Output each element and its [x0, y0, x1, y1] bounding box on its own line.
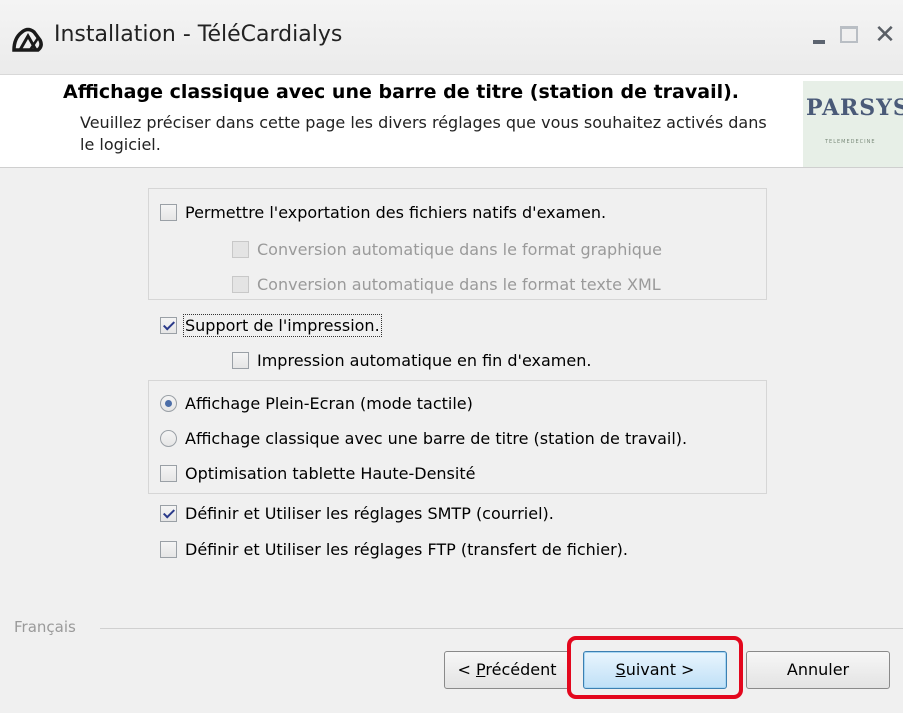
hd-tablet-label: Optimisation tablette Haute-Densité [185, 464, 476, 483]
fullscreen-radio[interactable] [160, 395, 177, 412]
auto-print-checkbox[interactable] [232, 352, 249, 369]
previous-mnemonic: P [476, 660, 486, 679]
ftp-label: Définir et Utiliser les réglages FTP (tr… [185, 540, 628, 559]
parsys-logo: PARSYS TELEMEDECINE [803, 81, 903, 167]
convert-xml-option: Conversion automatique dans le format te… [232, 275, 661, 294]
convert-graphic-option: Conversion automatique dans le format gr… [232, 240, 662, 259]
smtp-label: Définir et Utiliser les réglages SMTP (c… [185, 504, 554, 523]
auto-print-label: Impression automatique en fin d'examen. [257, 351, 592, 370]
ftp-checkbox[interactable] [160, 541, 177, 558]
convert-graphic-label: Conversion automatique dans le format gr… [257, 240, 662, 259]
convert-xml-checkbox [232, 276, 249, 293]
classic-label: Affichage classique avec une barre de ti… [185, 429, 688, 448]
logo-subtext: TELEMEDECINE [825, 139, 876, 145]
print-support-option[interactable]: Support de l'impression. [160, 314, 382, 337]
footer-divider [100, 628, 903, 629]
minimize-button[interactable] [804, 18, 838, 52]
close-icon: ✕ [874, 20, 896, 50]
export-native-checkbox[interactable] [160, 204, 177, 221]
classic-option[interactable]: Affichage classique avec une barre de ti… [160, 429, 687, 448]
next-button-highlight [567, 636, 743, 699]
previous-button[interactable]: < Précédent [444, 651, 570, 689]
close-button[interactable]: ✕ [868, 18, 902, 52]
previous-label: récédent [485, 660, 557, 679]
wizard-header: Affichage classique avec une barre de ti… [0, 75, 903, 168]
export-native-label: Permettre l'exportation des fichiers nat… [185, 203, 607, 222]
smtp-checkbox[interactable] [160, 505, 177, 522]
print-support-checkbox[interactable] [160, 317, 177, 334]
convert-xml-label: Conversion automatique dans le format te… [257, 275, 661, 294]
page-title: Affichage classique avec une barre de ti… [63, 81, 739, 103]
auto-print-option[interactable]: Impression automatique en fin d'examen. [232, 351, 591, 370]
title-bar[interactable]: Installation - TéléCardialys ✕ [0, 0, 903, 75]
ftp-option[interactable]: Définir et Utiliser les réglages FTP (tr… [160, 540, 628, 559]
smtp-option[interactable]: Définir et Utiliser les réglages SMTP (c… [160, 504, 554, 523]
window-title: Installation - TéléCardialys [54, 22, 343, 47]
page-description: Veuillez préciser dans cette page les di… [80, 113, 767, 154]
cancel-label: Annuler [786, 660, 850, 679]
fullscreen-label: Affichage Plein-Ecran (mode tactile) [185, 394, 473, 413]
app-logo-icon [12, 27, 43, 52]
language-label: Français [14, 618, 76, 636]
cancel-button[interactable]: Annuler [746, 651, 890, 689]
classic-radio[interactable] [160, 430, 177, 447]
export-native-option[interactable]: Permettre l'exportation des fichiers nat… [160, 203, 606, 222]
fullscreen-option[interactable]: Affichage Plein-Ecran (mode tactile) [160, 394, 473, 413]
installer-window: Installation - TéléCardialys ✕ Affichage… [0, 0, 903, 713]
maximize-button[interactable] [836, 18, 866, 52]
print-support-label: Support de l'impression. [183, 314, 382, 337]
hd-tablet-option[interactable]: Optimisation tablette Haute-Densité [160, 464, 475, 483]
previous-prefix: < [457, 660, 476, 679]
convert-graphic-checkbox [232, 241, 249, 258]
hd-tablet-checkbox[interactable] [160, 465, 177, 482]
logo-text: PARSYS [806, 95, 903, 121]
